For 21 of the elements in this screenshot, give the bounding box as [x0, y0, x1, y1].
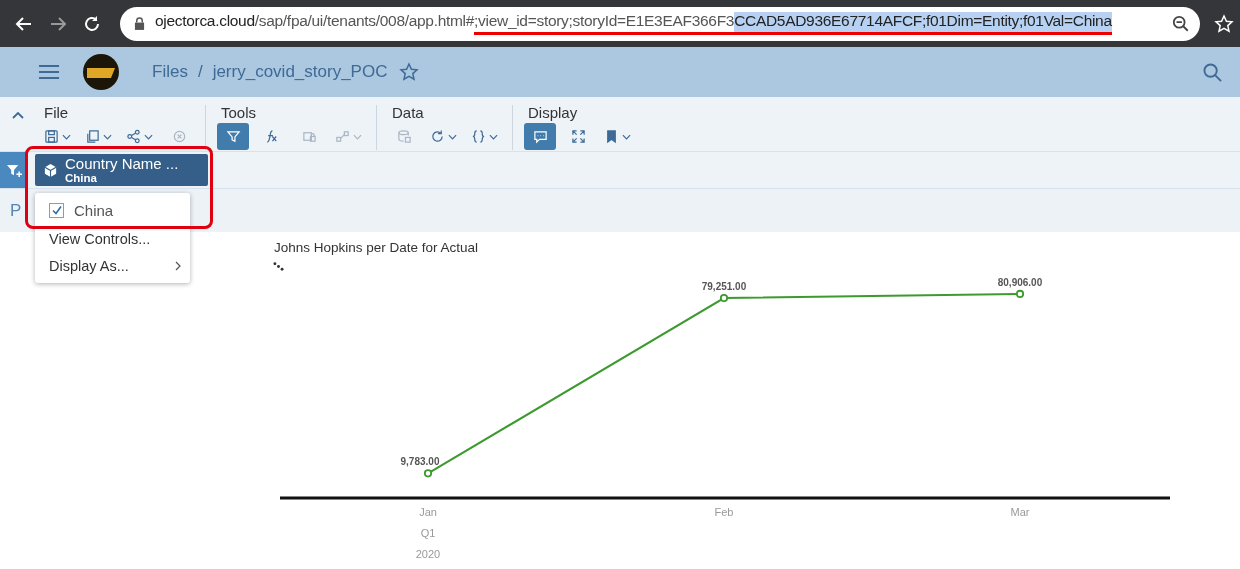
- chart-title: Johns Hopkins per Date for Actual: [274, 240, 480, 255]
- option-label: China: [74, 201, 114, 219]
- data-label: 9,783.00: [400, 456, 440, 468]
- toolbar-group-label: Tools: [221, 105, 258, 121]
- data-label: 80,906.00: [997, 276, 1043, 288]
- data-label: 79,251.00: [701, 281, 747, 293]
- menu-item[interactable]: View Controls...: [35, 225, 190, 252]
- axis-label: Q1: [420, 527, 436, 539]
- axis-label: Mar: [1010, 506, 1030, 518]
- filter-option[interactable]: China: [35, 195, 190, 225]
- filter-token[interactable]: Country Name ... China: [35, 154, 208, 186]
- toolbar-group-label: Data: [392, 105, 425, 121]
- toolbar-group-label: File: [44, 105, 70, 121]
- story-title: jerry_covid_story_POC: [212, 62, 388, 82]
- axis-label: Feb: [714, 506, 734, 518]
- address-bar[interactable]: ojectorca.cloud/sap/fpa/ui/tenants/008/app.html#;view_id=story;storyId=E1E3EAF366F3CCAD5AD936E67714AFCF;f01Dim=Entity;f01Val=China: [120, 6, 1200, 41]
- menu-item[interactable]: Display As...: [35, 252, 190, 279]
- toolbar-group-label: Display: [528, 105, 579, 121]
- axis-label: Jan: [419, 506, 437, 518]
- breadcrumb-separator: /: [197, 62, 203, 82]
- axis-label: 2020: [415, 548, 441, 560]
